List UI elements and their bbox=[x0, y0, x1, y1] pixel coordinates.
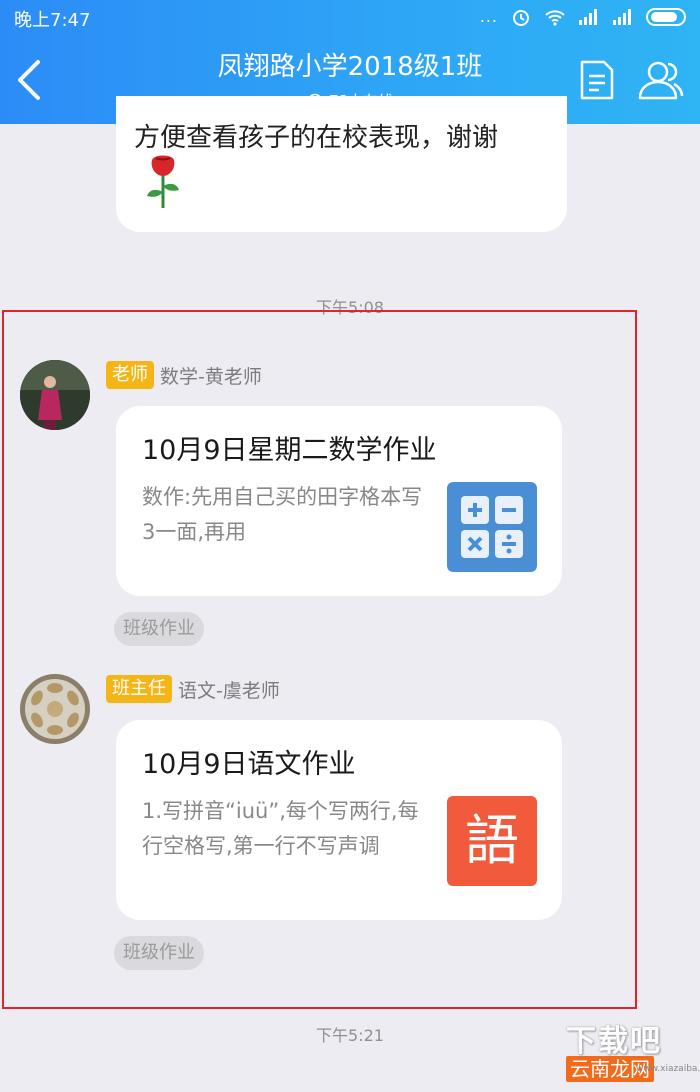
sender-line: 老师 数学-黄老师 bbox=[106, 360, 262, 390]
homework-category-tag[interactable]: 班级作业 bbox=[114, 612, 204, 646]
chinese-language-icon: 語 bbox=[447, 796, 537, 886]
more-dots: ... bbox=[479, 7, 498, 26]
homework-title: 10月9日星期二数学作业 bbox=[142, 435, 437, 466]
alarm-icon bbox=[513, 10, 529, 26]
status-bar: 晚上7:47 ... bbox=[0, 0, 700, 36]
battery-icon bbox=[646, 8, 686, 26]
group-members-button[interactable] bbox=[636, 58, 686, 102]
back-button[interactable] bbox=[10, 52, 50, 108]
avatar[interactable] bbox=[20, 360, 90, 430]
previous-message-text: 方便查看孩子的在校表现，谢谢 bbox=[134, 123, 499, 153]
role-tag: 老师 bbox=[106, 361, 154, 389]
avatar-photo bbox=[20, 360, 90, 430]
status-time: 晚上7:47 bbox=[14, 10, 91, 31]
watermark-url: www.xiazaiba.com bbox=[636, 1064, 700, 1074]
homework-category-tag[interactable]: 班级作业 bbox=[114, 936, 204, 970]
homework-card[interactable]: 10月9日星期二数学作业 数作:先用自己买的田字格本写3一面,再用 bbox=[116, 406, 562, 596]
homework-preview: 1.写拼音“iuü”,每个写两行,每行空格写,第一行不写声调 bbox=[142, 799, 419, 858]
homework-title: 10月9日语文作业 bbox=[142, 749, 356, 780]
sender-name: 数学-黄老师 bbox=[160, 365, 262, 388]
notes-button[interactable] bbox=[578, 58, 616, 102]
watermark-main: 下载吧 bbox=[566, 1024, 662, 1059]
signal-icon bbox=[613, 9, 631, 25]
wifi-icon bbox=[545, 10, 565, 26]
calculator-icon bbox=[447, 482, 537, 572]
homework-card[interactable]: 10月9日语文作业 1.写拼音“iuü”,每个写两行,每行空格写,第一行不写声调… bbox=[116, 720, 562, 920]
rose-emoji-icon bbox=[147, 155, 179, 208]
avatar[interactable] bbox=[20, 674, 90, 744]
sender-line: 班主任 语文-虞老师 bbox=[106, 674, 280, 704]
sender-name: 语文-虞老师 bbox=[178, 679, 280, 702]
avatar-photo bbox=[20, 674, 90, 744]
status-icons: ... bbox=[480, 8, 686, 26]
homework-preview: 数作:先用自己买的田字格本写3一面,再用 bbox=[142, 485, 423, 544]
role-tag: 班主任 bbox=[106, 675, 172, 703]
previous-message-bubble[interactable]: 方便查看孩子的在校表现，谢谢 bbox=[116, 96, 567, 232]
signal-icon bbox=[579, 9, 597, 25]
group-title: 凤翔路小学2018级1班 bbox=[217, 52, 483, 82]
site-watermark: 下载吧 云南龙网 www.xiazaiba.com bbox=[566, 1016, 700, 1088]
